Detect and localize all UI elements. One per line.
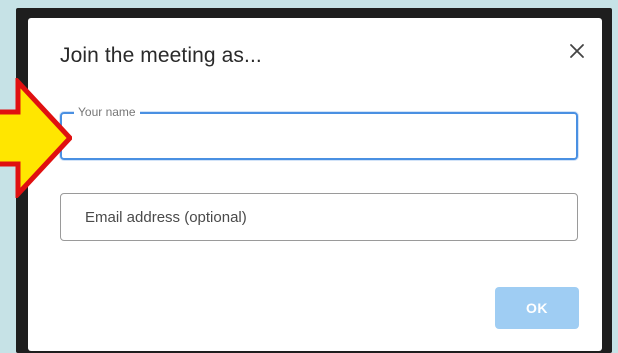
pointer-arrow-icon (0, 78, 72, 198)
close-icon (570, 44, 584, 58)
name-input[interactable] (62, 114, 576, 158)
ok-button[interactable]: OK (495, 287, 579, 329)
name-field: Your name (60, 105, 578, 160)
dialog-title: Join the meeting as... (60, 44, 262, 67)
email-field (60, 193, 578, 241)
close-button[interactable] (564, 38, 590, 64)
join-meeting-dialog: Join the meeting as... Your name OK (28, 18, 602, 351)
email-input[interactable] (61, 194, 577, 240)
screen: Join the meeting as... Your name OK (0, 0, 618, 353)
